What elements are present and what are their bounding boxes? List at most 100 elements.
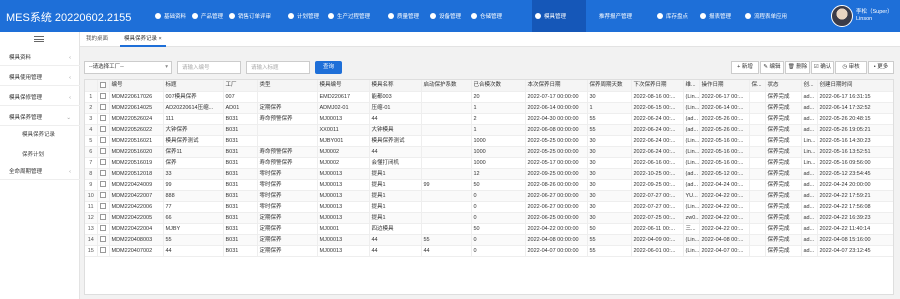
table-row[interactable]: 11 MDM220422006 77 B031 零时保养 MJ00013 提具1 0 2022-… bbox=[85, 201, 893, 213]
edit-button[interactable]: ✎ 编辑 bbox=[760, 61, 784, 74]
menu-toggle-icon[interactable] bbox=[34, 36, 44, 42]
code-search-input[interactable] bbox=[177, 61, 241, 74]
column-header[interactable]: 保养周期天数 bbox=[587, 80, 632, 92]
add-button[interactable]: + 新增 bbox=[731, 61, 759, 74]
column-header[interactable]: 下次保养日期 bbox=[631, 80, 684, 92]
nav-item-sales-review[interactable]: 销售订单评审 bbox=[226, 0, 271, 32]
column-header[interactable]: 工厂 bbox=[223, 80, 258, 92]
nav-item-reports[interactable]: 报表管理 bbox=[697, 0, 731, 32]
row-checkbox[interactable] bbox=[97, 201, 110, 213]
search-button[interactable]: 查询 bbox=[315, 61, 342, 74]
sidebar-item-lifecycle[interactable]: 全命周期管理 ‹ bbox=[0, 164, 80, 180]
nav-item-product[interactable]: 产品管理 bbox=[189, 0, 223, 32]
row-checkbox[interactable] bbox=[97, 168, 110, 180]
nav-item-plan[interactable]: 计划管理 bbox=[285, 0, 319, 32]
confirm-button[interactable]: ☑ 确认 bbox=[811, 61, 834, 74]
table-cell: 99 bbox=[163, 179, 224, 191]
table-cell: (ad... bbox=[683, 113, 700, 125]
table-row[interactable]: 9 MDM220424009 99 B031 零时保养 MJ00013 提具1 99 50 202… bbox=[85, 179, 893, 191]
table-cell: B031 bbox=[223, 212, 258, 224]
row-checkbox[interactable] bbox=[97, 245, 110, 257]
column-header[interactable]: 已合模次数 bbox=[471, 80, 526, 92]
column-header[interactable]: 创... bbox=[801, 80, 818, 92]
row-checkbox[interactable] bbox=[97, 91, 110, 103]
table-cell: 30 bbox=[587, 168, 632, 180]
column-header[interactable]: 状态 bbox=[765, 80, 802, 92]
table-row[interactable]: 1 MDM220617026 007模具保养 007 EMD220617 能都003 20 2… bbox=[85, 91, 893, 103]
column-header[interactable]: 类型 bbox=[257, 80, 318, 92]
row-checkbox[interactable] bbox=[97, 102, 110, 114]
row-checkbox[interactable] bbox=[97, 179, 110, 191]
column-header[interactable]: 维... bbox=[683, 80, 700, 92]
row-checkbox[interactable] bbox=[97, 113, 110, 125]
table-row[interactable]: 6 MDM220516020 保养11 B031 寿命预警保养 MJ0002 44 1000 2… bbox=[85, 146, 893, 158]
row-checkbox[interactable] bbox=[97, 234, 110, 246]
table-cell: 2022-04-07 23:12:45 bbox=[817, 245, 893, 257]
nav-item-quality[interactable]: 质量管理 bbox=[385, 0, 419, 32]
nav-item-workflow[interactable]: 流程表单应用 bbox=[742, 0, 787, 32]
column-header[interactable]: 标题 bbox=[163, 80, 224, 92]
nav-item-label: 质量管理 bbox=[397, 14, 420, 20]
row-checkbox[interactable] bbox=[97, 135, 110, 147]
column-header[interactable]: 创建日期时间 bbox=[817, 80, 893, 92]
row-checkbox[interactable] bbox=[97, 223, 110, 235]
column-header[interactable]: 编号 bbox=[109, 80, 164, 92]
tab-mold-maintenance-records[interactable]: 模具保养记录 × bbox=[120, 32, 166, 47]
sidebar-item-label: 模具资料 bbox=[9, 55, 32, 61]
nav-item-report-production[interactable]: 推荐报产管理 bbox=[596, 0, 632, 32]
row-checkbox[interactable] bbox=[97, 124, 110, 136]
row-checkbox[interactable] bbox=[97, 212, 110, 224]
nav-item-warehouse[interactable]: 仓储管理 bbox=[468, 0, 502, 32]
table-cell: 2022-05-12 00:... bbox=[699, 168, 750, 180]
sidebar-item-mold-maintenance[interactable]: 模具保养管理 ⌄ bbox=[0, 110, 80, 126]
table-cell: 零时保养 bbox=[257, 190, 318, 202]
more-button[interactable]: • 更多 bbox=[868, 61, 894, 74]
table-cell: 2022-09-25 00:... bbox=[631, 179, 684, 191]
table-row[interactable]: 15 MDM220407002 44 B031 定期保养 MJ00013 44 44 0 2022… bbox=[85, 245, 893, 257]
column-header[interactable]: 模具名称 bbox=[369, 80, 422, 92]
factory-select[interactable]: --请选择工厂-- bbox=[84, 61, 172, 74]
table-cell: 30 bbox=[587, 146, 632, 158]
table-row[interactable]: 7 MDM220516019 保养 B031 寿命预警保养 MJ0002 会懂打闭机 1000… bbox=[85, 157, 893, 169]
column-header[interactable]: 操作日期 bbox=[699, 80, 750, 92]
table-row[interactable]: 2 MDM220614025 AD20220614压缩... AD01 定期保养 ADMJ… bbox=[85, 102, 893, 114]
select-all-checkbox[interactable] bbox=[97, 80, 110, 92]
row-checkbox[interactable] bbox=[97, 146, 110, 158]
sidebar-item-mold-repair[interactable]: 模具保修管理 ‹ bbox=[0, 90, 80, 106]
delete-button[interactable]: 🗑 删除 bbox=[785, 61, 810, 74]
row-checkbox[interactable] bbox=[97, 190, 110, 202]
table-cell: (Lin... bbox=[683, 102, 700, 114]
table-row[interactable]: 4 MDM220526022 大钟保养 B031 XX0011 大钟模具 1 2022-06-… bbox=[85, 124, 893, 136]
table-row[interactable]: 13 MDM220422004 MJBY B031 定期保养 MJ0001 四边模具 50 20… bbox=[85, 223, 893, 235]
table-row[interactable]: 10 MDM220422007 888 B031 零时保养 MJ00013 提具1 0 2022… bbox=[85, 190, 893, 202]
column-header[interactable]: 模具编号 bbox=[317, 80, 370, 92]
nav-item-production[interactable]: 生产过程管理 bbox=[325, 0, 370, 32]
tab-my-desktop[interactable]: 我的桌面 bbox=[82, 32, 112, 47]
column-header[interactable]: 启动保护系数 bbox=[421, 80, 472, 92]
nav-item-equipment[interactable]: 设备管理 bbox=[427, 0, 461, 32]
sidebar-item-mold-data[interactable]: 模具资料 ‹ bbox=[0, 50, 80, 66]
review-button[interactable]: ◷ 审核 bbox=[835, 61, 867, 74]
nav-item-inventory[interactable]: 库存盘点 bbox=[654, 0, 688, 32]
table-row[interactable]: 12 MDM220422005 66 B031 定期保养 MJ00013 提具1 0 2022-… bbox=[85, 212, 893, 224]
row-checkbox[interactable] bbox=[97, 157, 110, 169]
avatar[interactable] bbox=[831, 5, 853, 27]
nav-item-basic-data[interactable]: 基础资料 bbox=[152, 0, 186, 32]
title-search-input[interactable] bbox=[246, 61, 310, 74]
sidebar-subitem-maintenance-plan[interactable]: 保养计划 bbox=[0, 148, 80, 162]
sidebar-subitem-maintenance-records[interactable]: 模具保养记录 bbox=[0, 128, 80, 142]
table-row[interactable]: 3 MDM220526024 111 B031 寿命预警保养 MJ00013 44 2 2022… bbox=[85, 113, 893, 125]
nav-item-mold[interactable]: 模具管理 bbox=[532, 0, 586, 32]
table-row[interactable]: 8 MDM220512018 33 B031 零时保养 MJ00013 提具1 12 2022-… bbox=[85, 168, 893, 180]
table-row[interactable]: 5 MDM220516021 模具保养测试 B031 MJBY001 模具保养测试 1000… bbox=[85, 135, 893, 147]
table-cell: MJ00013 bbox=[317, 190, 370, 202]
user-menu[interactable]: 李松（Super） Linson bbox=[856, 9, 893, 23]
table-cell: 2022-06-27 00:00:00 bbox=[525, 190, 588, 202]
column-header[interactable]: 保... bbox=[749, 80, 766, 92]
sidebar-item-mold-usage[interactable]: 模具使用管理 ‹ bbox=[0, 70, 80, 86]
table-cell bbox=[749, 102, 766, 114]
table-cell: B031 bbox=[223, 179, 258, 191]
table-row[interactable]: 14 MDM220408003 55 B031 定期保养 MJ00013 44 55 0 2022… bbox=[85, 234, 893, 246]
column-header[interactable]: 本次保养日期 bbox=[525, 80, 588, 92]
table-cell: 定期保养 bbox=[257, 102, 318, 114]
